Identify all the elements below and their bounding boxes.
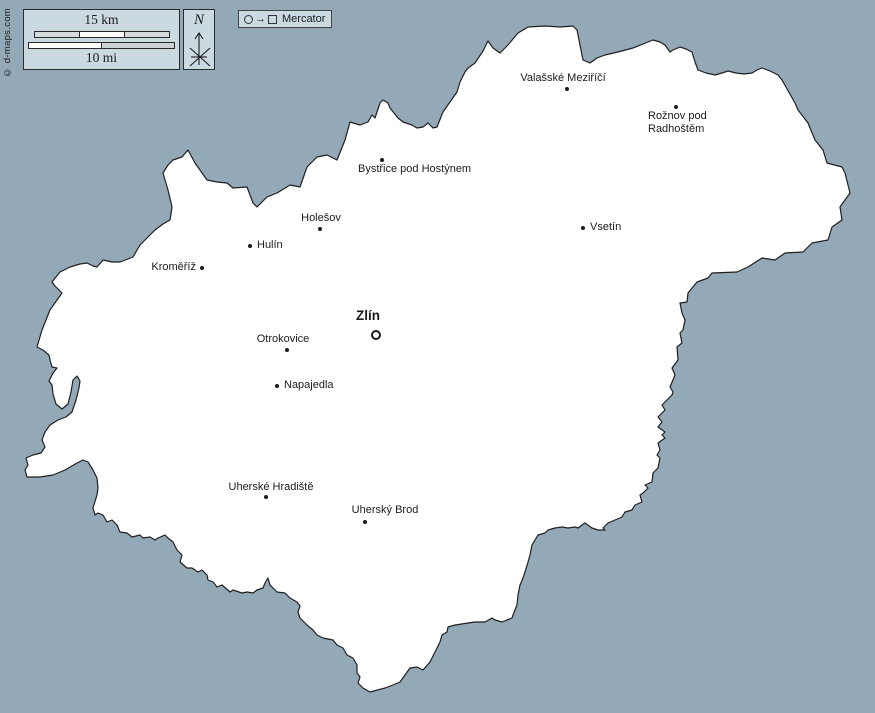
city-label: Otrokovice — [257, 333, 310, 346]
city-label: Kroměříž — [151, 261, 196, 274]
city-label: Bystřice pod Hostýnem — [358, 163, 471, 176]
city-label: Napajedla — [284, 379, 334, 392]
city-dot-marker — [200, 266, 204, 270]
city-dot-marker — [674, 105, 678, 109]
city-label: Hulín — [257, 239, 283, 252]
city-dot-marker — [363, 520, 367, 524]
city-dot-marker — [285, 348, 289, 352]
city-label: Uherský Brod — [352, 504, 419, 517]
city-dot-marker — [318, 227, 322, 231]
city-label: Vsetín — [590, 221, 621, 234]
cities-layer: Valašské Meziříčí Rožnov podRadhoštěm Byst… — [0, 0, 875, 713]
city-dot-marker — [275, 384, 279, 388]
city-dot-marker — [380, 158, 384, 162]
city-label: Zlín — [356, 308, 380, 323]
city-dot-marker — [581, 226, 585, 230]
city-label: Rožnov podRadhoštěm — [648, 110, 707, 136]
city-dot-marker — [248, 244, 252, 248]
city-label: Uherské Hradiště — [229, 481, 314, 494]
city-label: Holešov — [301, 212, 341, 225]
capital-marker — [371, 330, 381, 340]
map-canvas: © d-maps.com 15 km 10 mi N → Mercator Va… — [0, 0, 875, 713]
city-label: Valašské Meziříčí — [520, 72, 605, 85]
city-dot-marker — [264, 495, 268, 499]
city-dot-marker — [565, 87, 569, 91]
